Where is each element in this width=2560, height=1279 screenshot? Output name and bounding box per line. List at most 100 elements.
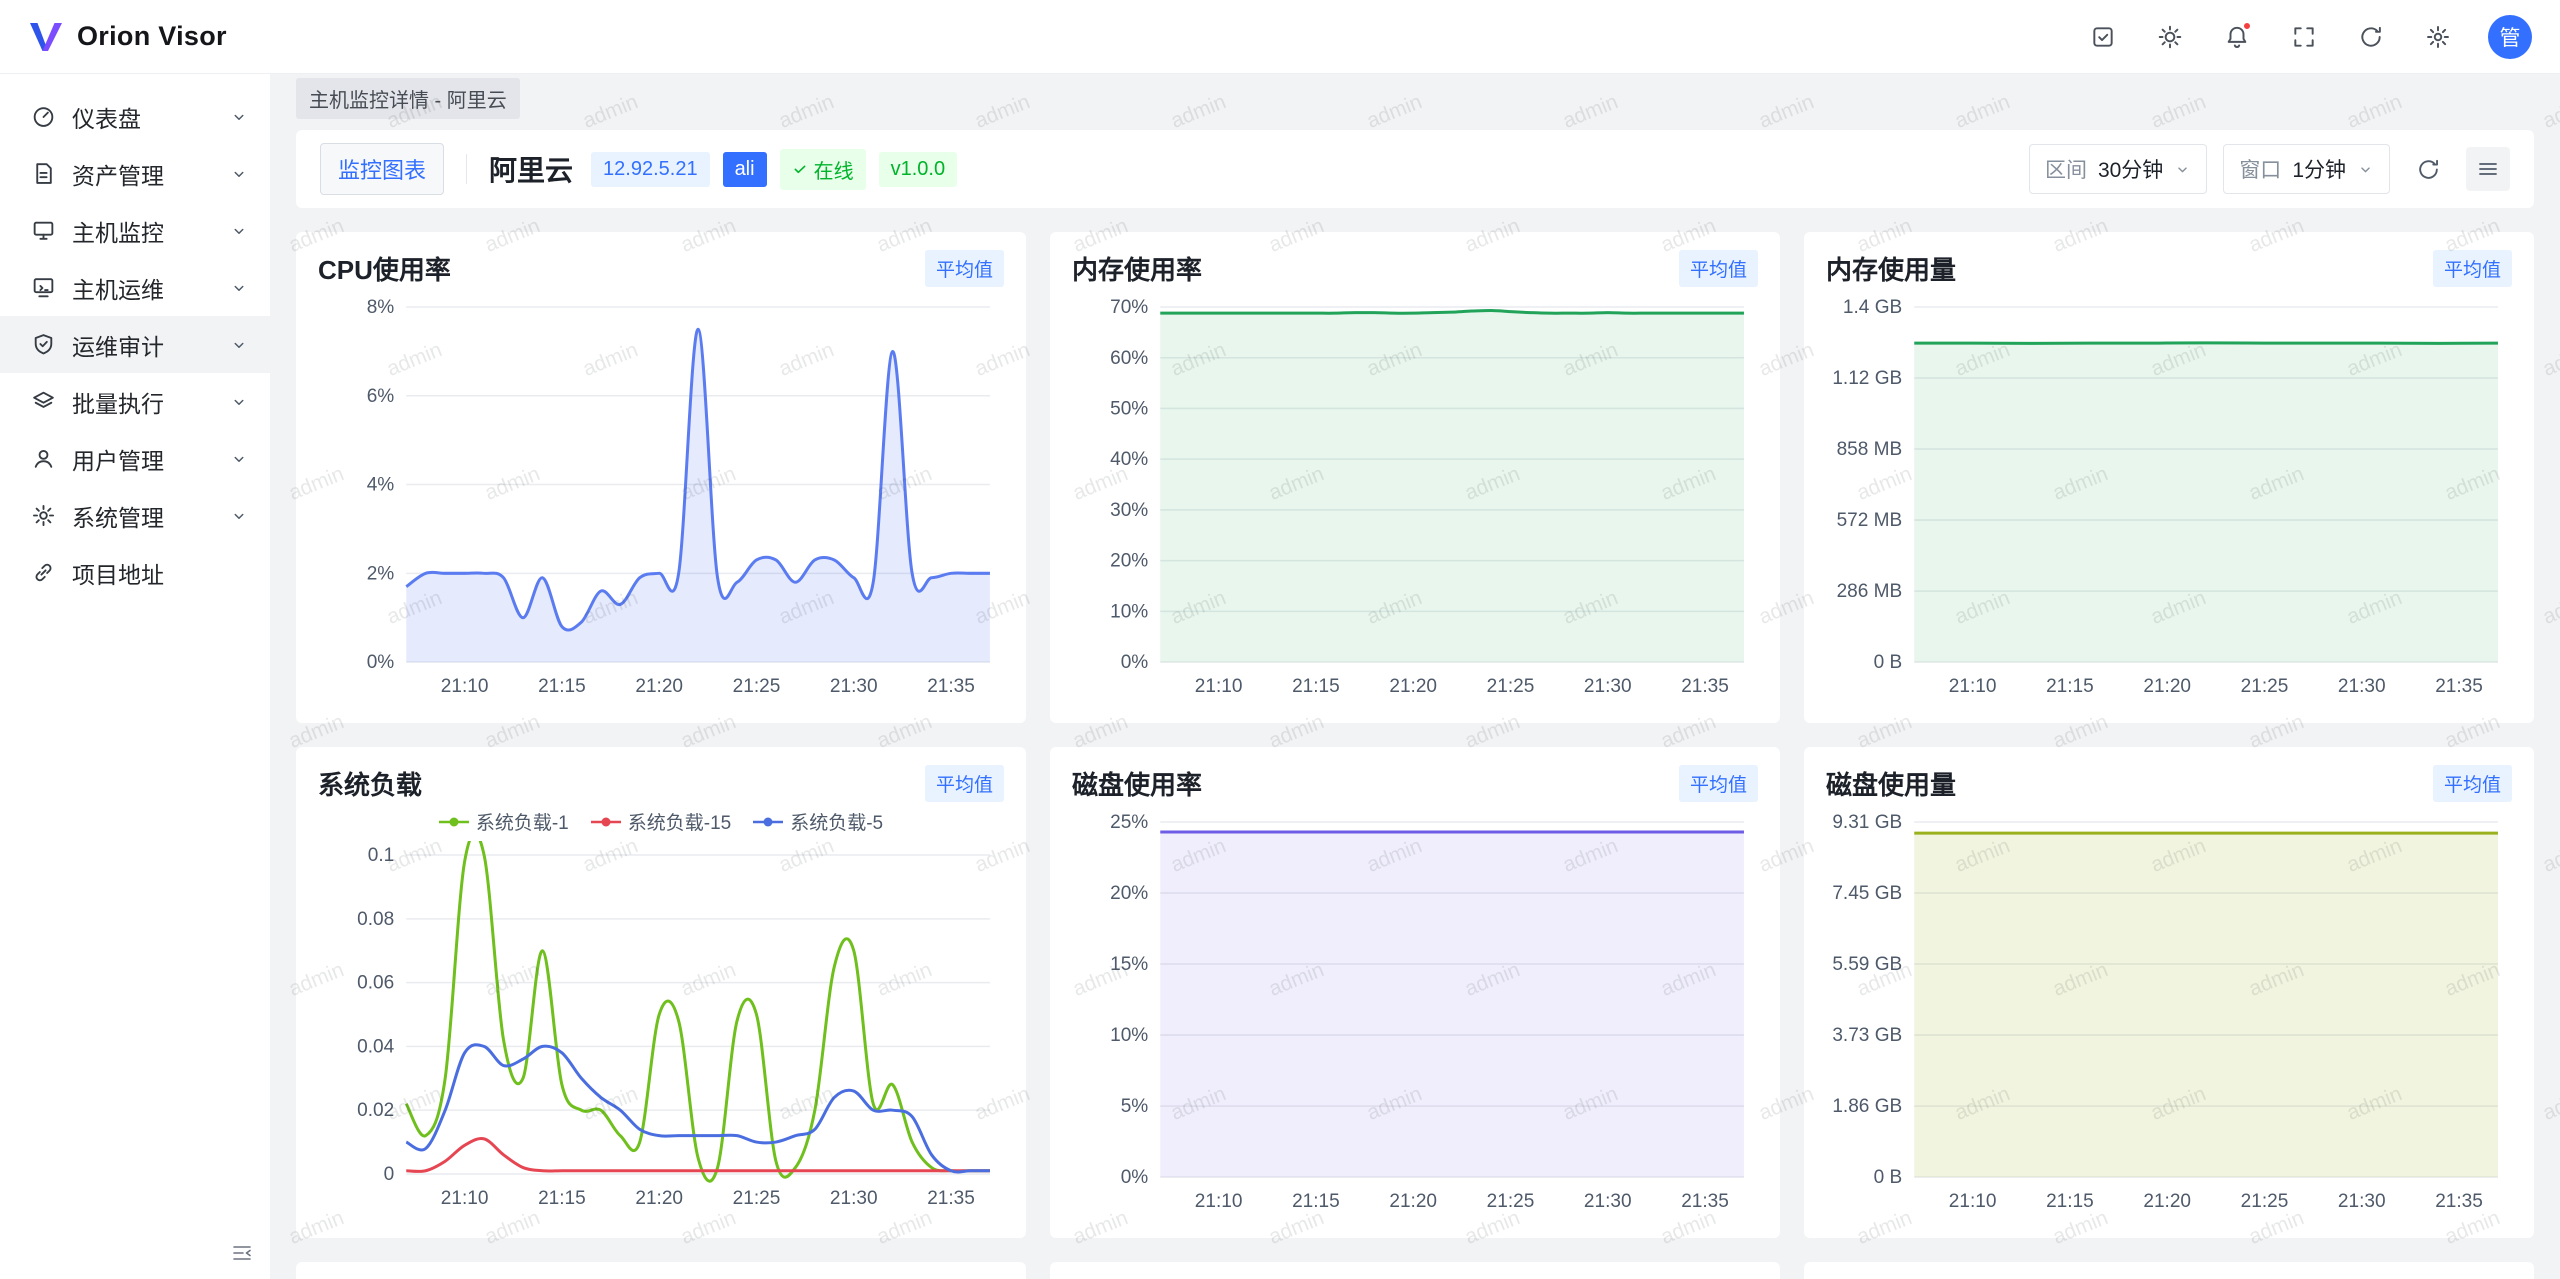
- host-tag-label: 12.92.5.21: [603, 158, 698, 181]
- host-header-card: 监控图表 阿里云 12.92.5.21ali在线v1.0.0 区间 30分钟 窗…: [296, 130, 2534, 208]
- chart-list-button[interactable]: [2466, 147, 2510, 191]
- sidebar-item-6[interactable]: 用户管理: [0, 430, 270, 487]
- sidebar-item-0[interactable]: 仪表盘: [0, 88, 270, 145]
- svg-text:1.12 GB: 1.12 GB: [1832, 368, 1902, 389]
- sidebar-item-1[interactable]: 资产管理: [0, 145, 270, 202]
- sidebar-item-8[interactable]: 项目地址: [0, 544, 270, 601]
- divider: [466, 154, 467, 184]
- chart-plot[interactable]: 9.31 GB7.45 GB5.59 GB3.73 GB1.86 GB0 B21…: [1826, 808, 2512, 1221]
- notification-dot: [2242, 21, 2252, 31]
- svg-text:572 MB: 572 MB: [1837, 510, 1903, 531]
- refresh-icon[interactable]: [2352, 18, 2390, 56]
- refresh-button[interactable]: [2406, 147, 2450, 191]
- svg-text:21:35: 21:35: [927, 676, 975, 697]
- chart-title: 磁盘使用量: [1826, 765, 1956, 802]
- sidebar-item-7[interactable]: 系统管理: [0, 487, 270, 544]
- window-select[interactable]: 窗口 1分钟: [2223, 144, 2390, 194]
- breadcrumb-item[interactable]: 主机监控详情 - 阿里云: [296, 78, 520, 119]
- bell-icon[interactable]: [2218, 18, 2256, 56]
- svg-text:21:35: 21:35: [1681, 1191, 1729, 1212]
- chart-plot[interactable]: 70%60%50%40%30%20%10%0%21:1021:1521:2021…: [1072, 293, 1758, 706]
- check-icon: [792, 161, 808, 177]
- chart-card-header: 系统负载平均值: [318, 765, 1004, 802]
- svg-text:858 MB: 858 MB: [1837, 439, 1903, 460]
- sidebar-item-label: 主机运维: [72, 271, 230, 305]
- svg-text:21:15: 21:15: [2046, 676, 2094, 697]
- host-tags: 12.92.5.21ali在线v1.0.0: [591, 149, 970, 190]
- monitor-icon: [30, 218, 56, 244]
- legend-marker-icon: [753, 816, 783, 828]
- chart-card-0: CPU使用率平均值 8%6%4%2%0%21:1021:1521:2021:252…: [296, 232, 1026, 723]
- chevron-down-icon: [230, 165, 248, 183]
- chart-plot[interactable]: 8%6%4%2%0%21:1021:1521:2021:2521:3021:35: [318, 293, 1004, 706]
- chart-grid: CPU使用率平均值 8%6%4%2%0%21:1021:1521:2021:252…: [296, 232, 2534, 1279]
- svg-text:286 MB: 286 MB: [1837, 581, 1903, 602]
- svg-text:0 B: 0 B: [1874, 652, 1903, 673]
- chevron-down-icon: [2357, 161, 2374, 178]
- top-navbar: Orion Visor 管: [0, 0, 2560, 74]
- navbar-actions: 管: [2084, 15, 2532, 59]
- host-tag-label: 在线: [814, 155, 854, 184]
- legend-item[interactable]: 系统负载-15: [591, 808, 731, 835]
- gear-icon[interactable]: [2419, 18, 2457, 56]
- chevron-down-icon: [230, 108, 248, 126]
- chart-card-header: 磁盘使用量 平均值: [1826, 765, 2512, 802]
- avg-badge: 平均值: [2433, 765, 2512, 802]
- batch-icon: [30, 389, 56, 415]
- link-icon: [30, 560, 56, 586]
- chart-plot[interactable]: 0.10.080.060.040.02021:1021:1521:2021:25…: [318, 841, 1004, 1218]
- svg-text:0%: 0%: [1121, 652, 1149, 673]
- sun-icon[interactable]: [2151, 18, 2189, 56]
- svg-text:1.86 GB: 1.86 GB: [1832, 1096, 1902, 1117]
- chevron-down-icon: [230, 507, 248, 525]
- monitor-chart-button[interactable]: 监控图表: [320, 143, 444, 195]
- chart-card-header: CPU使用率平均值: [318, 250, 1004, 287]
- chart-card-partial: [1050, 1262, 1780, 1279]
- chart-card-5: 磁盘使用量平均值9.31 GB7.45 GB5.59 GB3.73 GB1.86…: [1804, 747, 2534, 1238]
- chart-card-1: 内存使用率平均值 70%60%50%40%30%20%10%0%21:1021:1…: [1050, 232, 1780, 723]
- svg-text:21:25: 21:25: [1487, 676, 1535, 697]
- svg-text:25%: 25%: [1110, 812, 1148, 833]
- svg-text:0%: 0%: [1121, 1167, 1149, 1188]
- svg-text:70%: 70%: [1110, 297, 1148, 318]
- chart-plot[interactable]: 1.4 GB1.12 GB858 MB572 MB286 MB0 B21:102…: [1826, 293, 2512, 706]
- dashboard-icon: [30, 104, 56, 130]
- svg-text:21:25: 21:25: [2241, 1191, 2289, 1212]
- menu-collapse-icon[interactable]: [230, 1241, 254, 1265]
- svg-text:5.59 GB: 5.59 GB: [1832, 954, 1902, 975]
- svg-text:21:30: 21:30: [1584, 1191, 1632, 1212]
- square-check-icon[interactable]: [2084, 18, 2122, 56]
- legend-item[interactable]: 系统负载-5: [753, 808, 883, 835]
- host-tag-label: ali: [735, 158, 755, 181]
- sidebar-item-label: 运维审计: [72, 328, 230, 362]
- fullscreen-icon[interactable]: [2285, 18, 2323, 56]
- main-content: 主机监控详情 - 阿里云 监控图表 阿里云 12.92.5.21ali在线v1.…: [270, 74, 2560, 1279]
- chart-card-partial: [1804, 1262, 2534, 1279]
- svg-text:21:35: 21:35: [1681, 676, 1729, 697]
- svg-text:21:25: 21:25: [733, 676, 781, 697]
- svg-text:21:15: 21:15: [538, 676, 586, 697]
- svg-text:21:15: 21:15: [538, 1188, 586, 1209]
- svg-text:21:20: 21:20: [2143, 676, 2191, 697]
- window-value: 1分钟: [2292, 154, 2346, 184]
- sidebar-item-label: 仪表盘: [72, 100, 230, 134]
- svg-text:20%: 20%: [1110, 883, 1148, 904]
- brand[interactable]: Orion Visor: [28, 21, 227, 53]
- sidebar-item-3[interactable]: 主机运维: [0, 259, 270, 316]
- user-avatar[interactable]: 管: [2488, 15, 2532, 59]
- legend-item[interactable]: 系统负载-1: [439, 808, 569, 835]
- chart-card-header: 内存使用率平均值: [1072, 250, 1758, 287]
- users-icon: [30, 446, 56, 472]
- avg-badge: 平均值: [925, 765, 1004, 802]
- chart-plot[interactable]: 25%20%15%10%5%0%21:1021:1521:2021:2521:3…: [1072, 808, 1758, 1221]
- host-name: 阿里云: [489, 149, 573, 189]
- sidebar-item-5[interactable]: 批量执行: [0, 373, 270, 430]
- legend-label: 系统负载-15: [628, 808, 731, 835]
- layout: 仪表盘资产管理主机监控主机运维运维审计批量执行用户管理系统管理项目地址 主机监控…: [0, 74, 2560, 1279]
- svg-text:21:20: 21:20: [1389, 1191, 1437, 1212]
- sidebar-item-label: 资产管理: [72, 157, 230, 191]
- sidebar-item-4[interactable]: 运维审计: [0, 316, 270, 373]
- interval-select[interactable]: 区间 30分钟: [2029, 144, 2207, 194]
- sidebar-item-2[interactable]: 主机监控: [0, 202, 270, 259]
- svg-text:7.45 GB: 7.45 GB: [1832, 883, 1902, 904]
